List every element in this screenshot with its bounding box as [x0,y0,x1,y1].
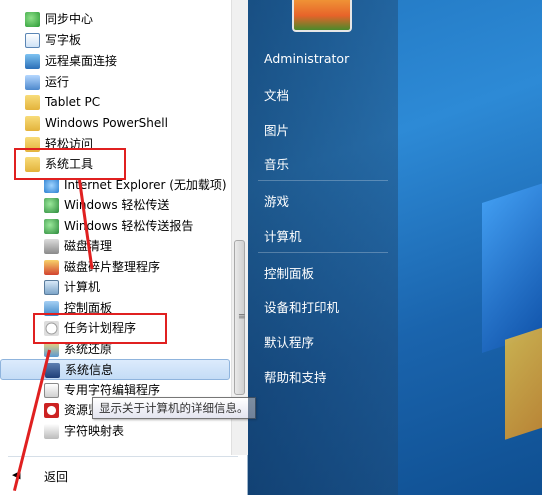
windows-logo-shape-yellow [505,320,542,440]
disk-cleanup-icon [44,239,59,254]
program-item-wordpad[interactable]: 写字板 [0,30,230,51]
back-button[interactable]: ◀ 返回 [0,462,230,488]
divider [8,456,238,457]
scrollbar-thumb[interactable]: ≡ [234,240,246,395]
sync-center-icon [25,12,40,27]
folder-icon [25,95,40,110]
private-char-editor-icon [44,383,59,398]
programs-list: 同步中心 写字板 远程桌面连接 运行 Tablet PC Windows Pow… [0,0,230,455]
right-item-games[interactable]: 游戏 [264,191,289,210]
easy-transfer-icon [44,198,59,213]
run-icon [25,75,40,90]
start-menu-right-pane [248,0,398,495]
folder-item-powershell[interactable]: Windows PowerShell [0,113,230,134]
remote-desktop-icon [25,54,40,69]
program-item-run[interactable]: 运行 [0,72,230,93]
windows-logo-shape [482,177,542,353]
program-item-remote-desktop[interactable]: 远程桌面连接 [0,51,230,72]
highlight-box-task-scheduler [33,313,167,344]
grip-icon: ≡ [238,312,246,322]
right-item-computer[interactable]: 计算机 [264,226,302,245]
right-divider [258,252,388,253]
all-programs-pane: 同步中心 写字板 远程桌面连接 运行 Tablet PC Windows Pow… [0,0,248,495]
program-item-disk-defrag[interactable]: 磁盘碎片整理程序 [0,257,230,278]
wordpad-icon [25,33,40,48]
program-item-disk-cleanup[interactable]: 磁盘清理 [0,236,230,257]
right-item-documents[interactable]: 文档 [264,85,289,104]
right-item-user[interactable]: Administrator [264,51,349,66]
highlight-box-system-tools [14,148,126,180]
disk-defrag-icon [44,260,59,275]
character-map-icon [44,424,59,439]
program-item-computer[interactable]: 计算机 [0,277,230,298]
program-item-easy-transfer-report[interactable]: Windows 轻松传送报告 [0,216,230,237]
easy-transfer-report-icon [44,219,59,234]
program-item-character-map[interactable]: 字符映射表 [0,421,230,442]
program-item-easy-transfer[interactable]: Windows 轻松传送 [0,195,230,216]
user-avatar[interactable] [292,0,352,32]
right-item-control-panel[interactable]: 控制面板 [264,263,314,282]
right-item-music[interactable]: 音乐 [264,154,289,173]
folder-item-tablet-pc[interactable]: Tablet PC [0,92,230,113]
program-item-sync-center[interactable]: 同步中心 [0,9,230,30]
folder-icon [25,116,40,131]
right-divider [258,180,388,181]
system-info-icon [45,363,60,378]
computer-icon [44,280,59,295]
right-item-devices-printers[interactable]: 设备和打印机 [264,297,339,316]
right-item-pictures[interactable]: 图片 [264,120,289,139]
programs-scrollbar[interactable]: ≡ [231,0,248,455]
right-item-default-programs[interactable]: 默认程序 [264,332,314,351]
right-item-help-support[interactable]: 帮助和支持 [264,367,327,386]
internet-explorer-icon [44,178,59,193]
program-item-system-info[interactable]: 系统信息 [0,359,230,380]
system-info-tooltip: 显示关于计算机的详细信息。 [92,397,256,419]
resource-monitor-icon [44,403,59,418]
